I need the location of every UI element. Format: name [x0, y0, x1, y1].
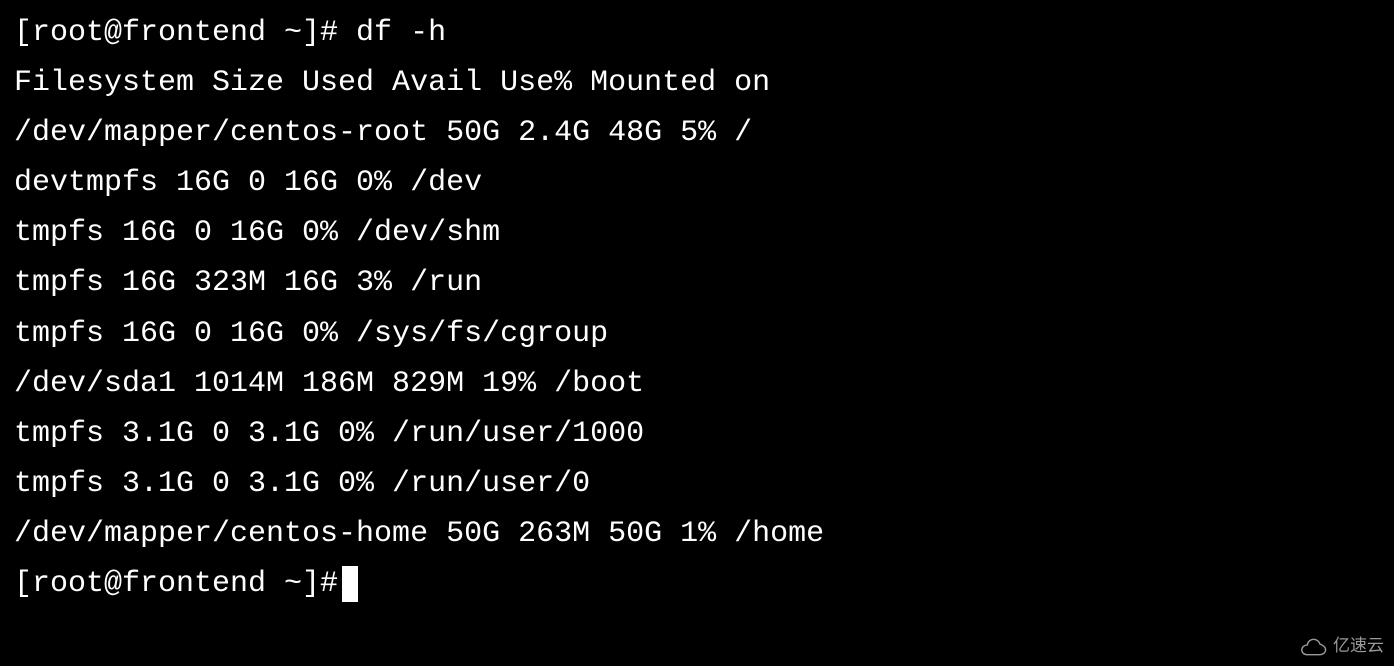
df-row: /dev/mapper/centos-home 50G 263M 50G 1% …: [14, 509, 1380, 559]
prompt-text: [root@frontend ~]#: [14, 559, 338, 609]
watermark-text: 亿速云: [1333, 632, 1384, 660]
cloud-icon: [1299, 637, 1327, 655]
watermark: 亿速云: [1299, 632, 1384, 660]
df-row: tmpfs 16G 0 16G 0% /dev/shm: [14, 208, 1380, 258]
idle-prompt[interactable]: [root@frontend ~]#: [14, 559, 1380, 609]
df-row: tmpfs 3.1G 0 3.1G 0% /run/user/0: [14, 459, 1380, 509]
df-row: /dev/mapper/centos-root 50G 2.4G 48G 5% …: [14, 108, 1380, 158]
df-header-row: Filesystem Size Used Avail Use% Mounted …: [14, 58, 1380, 108]
df-row: devtmpfs 16G 0 16G 0% /dev: [14, 158, 1380, 208]
df-row: tmpfs 3.1G 0 3.1G 0% /run/user/1000: [14, 409, 1380, 459]
df-row: /dev/sda1 1014M 186M 829M 19% /boot: [14, 359, 1380, 409]
prompt-with-command: [root@frontend ~]# df -h: [14, 8, 1380, 58]
cursor: [342, 566, 358, 602]
df-row: tmpfs 16G 323M 16G 3% /run: [14, 258, 1380, 308]
df-row: tmpfs 16G 0 16G 0% /sys/fs/cgroup: [14, 309, 1380, 359]
